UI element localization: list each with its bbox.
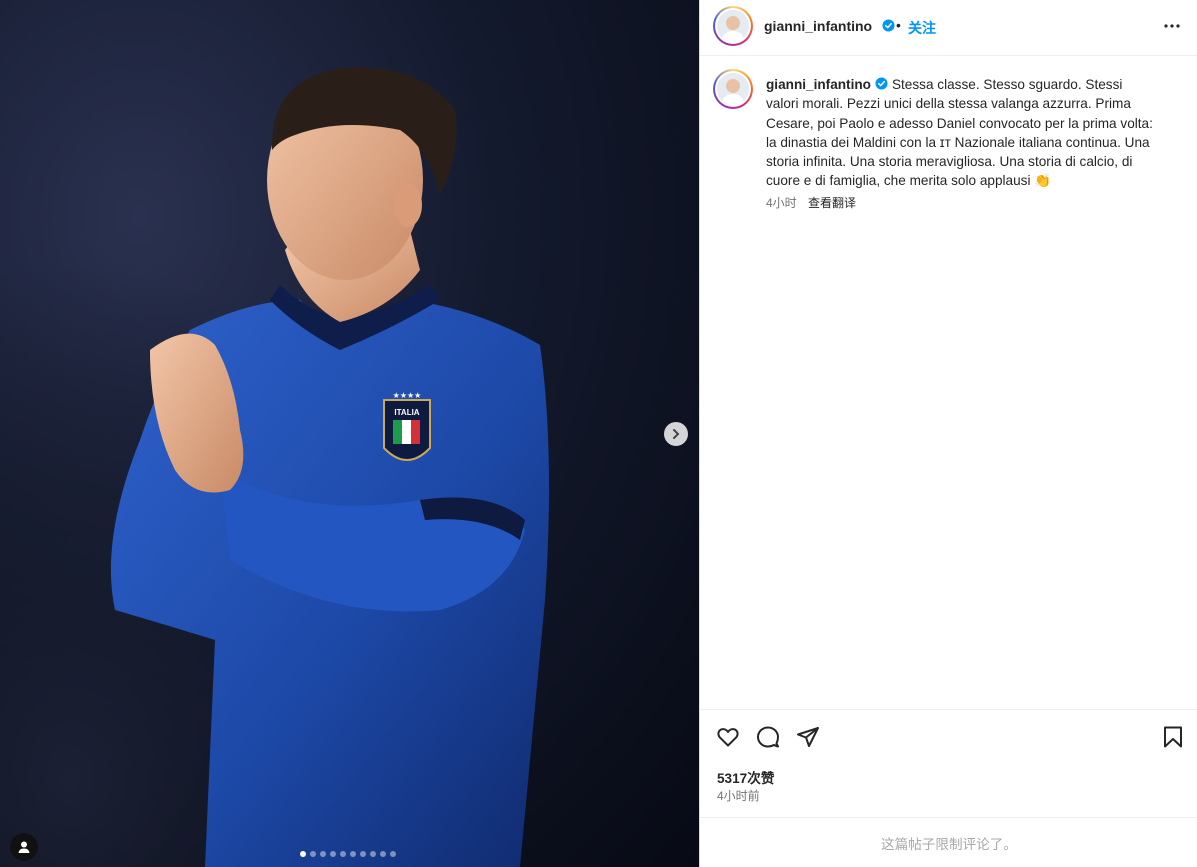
more-options-button[interactable] <box>1162 16 1182 41</box>
profile-picture <box>717 73 749 105</box>
carousel-next-button[interactable] <box>664 422 688 446</box>
jersey-badge-text: ITALIA <box>394 408 419 417</box>
caption-text: Stessa classe. Stesso sguardo. Stessi va… <box>766 77 1153 189</box>
carousel-dot <box>330 851 336 857</box>
caption-text-block: gianni_infantino Stessa classe. Stesso s… <box>766 75 1158 191</box>
post-timestamp[interactable]: 4小时前 <box>717 787 760 804</box>
save-button[interactable] <box>1161 725 1185 754</box>
post-side-panel: gianni_infantino • 关注 gianni_infantino S… <box>699 0 1197 867</box>
carousel-dot <box>320 851 326 857</box>
carousel-dot <box>310 851 316 857</box>
svg-text:★★★★: ★★★★ <box>393 391 422 400</box>
comment-button[interactable] <box>756 725 780 754</box>
carousel-dot <box>380 851 386 857</box>
comments-disabled-text: 这篇帖子限制评论了。 <box>881 836 1017 852</box>
comments-disabled-notice: 这篇帖子限制评论了。 <box>700 817 1197 867</box>
post-header: gianni_infantino • 关注 <box>700 0 1197 56</box>
verified-badge-icon <box>882 19 895 32</box>
carousel-dot <box>390 851 396 857</box>
carousel-dot <box>370 851 376 857</box>
share-button[interactable] <box>796 725 820 754</box>
post-actions: 5317次赞 4小时前 <box>700 709 1197 817</box>
player-photo: ITALIA ★★★★ <box>0 0 699 867</box>
caption-username[interactable]: gianni_infantino <box>766 77 871 92</box>
profile-picture <box>717 10 749 42</box>
caption-section: gianni_infantino Stessa classe. Stesso s… <box>700 56 1197 709</box>
carousel-indicator <box>300 851 396 857</box>
post-media[interactable]: ITALIA ★★★★ <box>0 0 699 867</box>
caption-timestamp: 4小时 <box>766 196 797 210</box>
carousel-dot <box>360 851 366 857</box>
share-icon <box>797 727 819 747</box>
heart-icon <box>717 728 739 747</box>
carousel-dot <box>300 851 306 857</box>
header-username[interactable]: gianni_infantino <box>764 18 872 34</box>
follow-button[interactable]: 关注 <box>908 18 936 38</box>
carousel-dot <box>340 851 346 857</box>
like-button[interactable] <box>716 725 740 754</box>
see-translation-link[interactable]: 查看翻译 <box>808 196 856 210</box>
avatar[interactable] <box>713 6 753 46</box>
tagged-users-button[interactable] <box>10 833 38 861</box>
separator-bullet: • <box>896 17 901 33</box>
caption-avatar[interactable] <box>713 69 753 109</box>
comment-icon <box>757 726 779 748</box>
bookmark-icon <box>1164 726 1182 748</box>
user-tag-icon <box>18 841 30 853</box>
like-count[interactable]: 5317次赞 <box>717 767 774 787</box>
caption-meta: 4小时 查看翻译 <box>766 194 856 211</box>
more-options-icon <box>1164 24 1180 28</box>
verified-badge-icon <box>875 77 888 90</box>
chevron-right-icon <box>673 429 680 439</box>
carousel-dot <box>350 851 356 857</box>
